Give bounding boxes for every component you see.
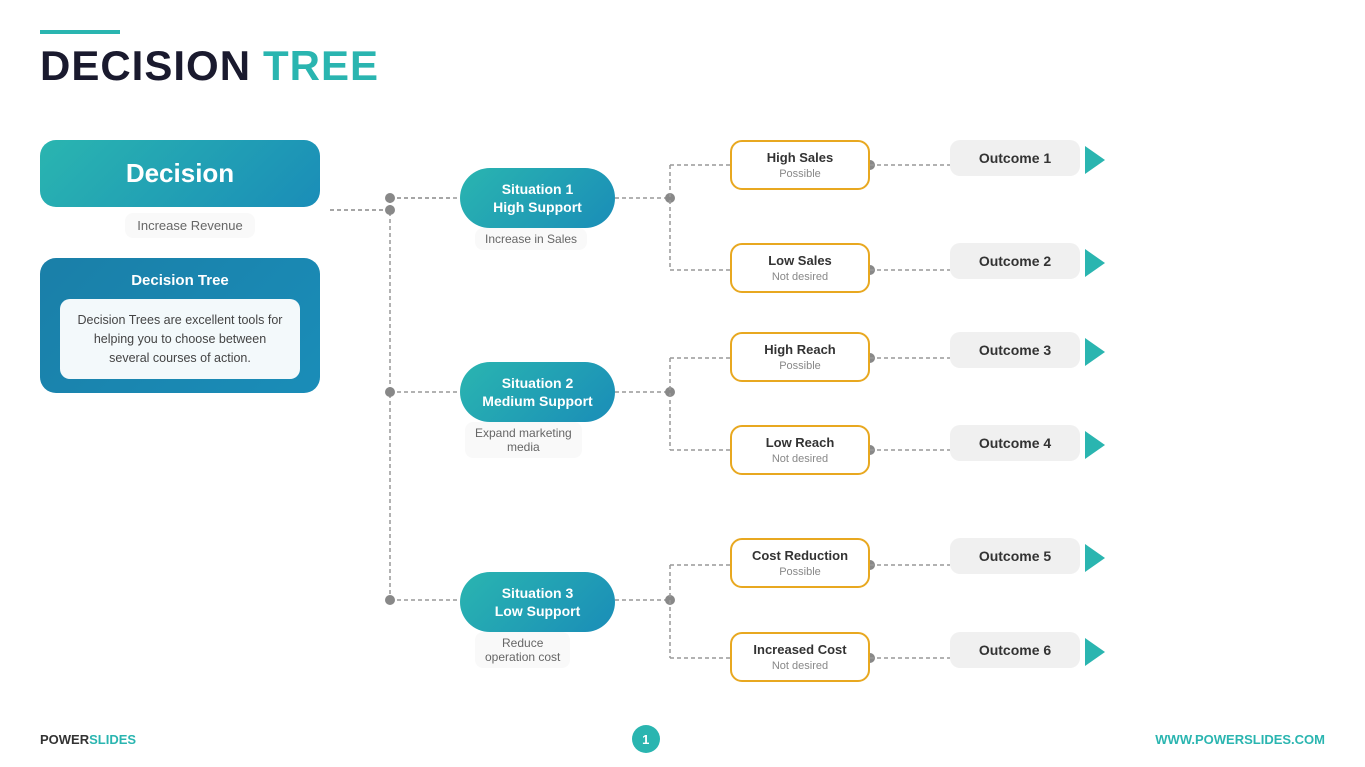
decision-node: Decision bbox=[40, 140, 320, 207]
sit1-sublabel: Increase in Sales bbox=[475, 228, 587, 250]
sit2-title: Situation 2Medium Support bbox=[482, 374, 593, 410]
situation-node-1: Situation 1High Support bbox=[460, 168, 615, 228]
chance-low-reach-label: Low Reach bbox=[746, 435, 854, 450]
chance-high-sales-label: High Sales bbox=[746, 150, 854, 165]
chance-low-sales: Low Sales Not desired bbox=[730, 243, 870, 293]
outcome-1-label: Outcome 1 bbox=[970, 150, 1060, 166]
arrow-6 bbox=[1085, 638, 1105, 666]
info-card: Decision Tree Decision Trees are excelle… bbox=[40, 258, 320, 393]
footer-slides: SLIDES bbox=[89, 732, 136, 747]
sit2-sublabel: Expand marketing media bbox=[465, 422, 582, 458]
footer-page-number: 1 bbox=[632, 725, 660, 753]
outcome-5-label: Outcome 5 bbox=[970, 548, 1060, 564]
arrow-3 bbox=[1085, 338, 1105, 366]
arrow-1 bbox=[1085, 146, 1105, 174]
chance-high-sales: High Sales Possible bbox=[730, 140, 870, 190]
chance-high-sales-sub: Possible bbox=[746, 168, 854, 180]
chance-cost-reduction: Cost Reduction Possible bbox=[730, 538, 870, 588]
arrow-4 bbox=[1085, 431, 1105, 459]
chance-high-reach-label: High Reach bbox=[746, 342, 854, 357]
sit3-sublabel: Reduce operation cost bbox=[475, 632, 570, 668]
outcome-3-label: Outcome 3 bbox=[970, 342, 1060, 358]
sit1-title: Situation 1High Support bbox=[482, 180, 593, 216]
outcome-box-4: Outcome 4 bbox=[950, 425, 1080, 461]
footer-brand: POWERSLIDES bbox=[40, 732, 136, 747]
outcome-2-label: Outcome 2 bbox=[970, 253, 1060, 269]
chance-low-sales-sub: Not desired bbox=[746, 271, 854, 283]
page-title: DECISION TREE bbox=[40, 42, 1325, 90]
chance-high-reach: High Reach Possible bbox=[730, 332, 870, 382]
left-panel: Decision Increase Revenue Decision Tree … bbox=[40, 110, 320, 717]
chance-cost-reduction-label: Cost Reduction bbox=[746, 548, 854, 563]
outcome-box-2: Outcome 2 bbox=[950, 243, 1080, 279]
chance-increased-cost: Increased Cost Not desired bbox=[730, 632, 870, 682]
outcome-box-5: Outcome 5 bbox=[950, 538, 1080, 574]
arrow-5 bbox=[1085, 544, 1105, 572]
header-accent-line bbox=[40, 30, 120, 34]
outcome-6-label: Outcome 6 bbox=[970, 642, 1060, 658]
sit3-title: Situation 3Low Support bbox=[482, 584, 593, 620]
chance-low-reach-sub: Not desired bbox=[746, 453, 854, 465]
chance-increased-cost-label: Increased Cost bbox=[746, 642, 854, 657]
info-card-body: Decision Trees are excellent tools for h… bbox=[60, 299, 300, 379]
diagram-area: Situation 1High Support Increase in Sale… bbox=[330, 110, 1325, 717]
outcome-4-label: Outcome 4 bbox=[970, 435, 1060, 451]
footer: POWERSLIDES 1 WWW.POWERSLIDES.COM bbox=[40, 725, 1325, 753]
decision-subtitle: Increase Revenue bbox=[125, 213, 255, 238]
footer-power: POWER bbox=[40, 732, 89, 747]
situation-node-2: Situation 2Medium Support bbox=[460, 362, 615, 422]
title-decision: DECISION bbox=[40, 42, 251, 90]
chance-high-reach-sub: Possible bbox=[746, 360, 854, 372]
chance-low-sales-label: Low Sales bbox=[746, 253, 854, 268]
title-tree: TREE bbox=[263, 42, 379, 90]
main-content: Decision Increase Revenue Decision Tree … bbox=[40, 110, 1325, 717]
footer-website: WWW.POWERSLIDES.COM bbox=[1155, 732, 1325, 747]
situation-node-3: Situation 3Low Support bbox=[460, 572, 615, 632]
chance-increased-cost-sub: Not desired bbox=[746, 660, 854, 672]
chance-low-reach: Low Reach Not desired bbox=[730, 425, 870, 475]
info-card-title: Decision Tree bbox=[60, 272, 300, 289]
outcome-box-6: Outcome 6 bbox=[950, 632, 1080, 668]
chance-cost-reduction-sub: Possible bbox=[746, 566, 854, 578]
decision-label: Decision bbox=[126, 158, 234, 188]
page: DECISION TREE Decision Increase Revenue … bbox=[0, 0, 1365, 767]
arrow-2 bbox=[1085, 249, 1105, 277]
outcome-box-1: Outcome 1 bbox=[950, 140, 1080, 176]
outcome-box-3: Outcome 3 bbox=[950, 332, 1080, 368]
